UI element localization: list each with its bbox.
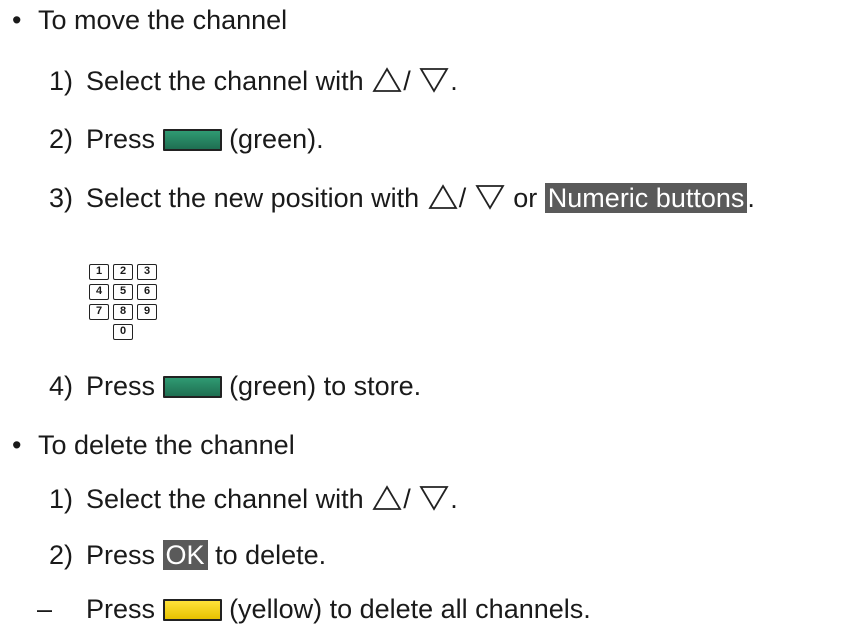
- end-punct: .: [747, 183, 755, 213]
- step-number: 2): [49, 540, 74, 570]
- step-content: Select the channel with / .: [86, 482, 458, 516]
- triangle-down-icon: [475, 185, 505, 210]
- step-number: 3): [49, 183, 74, 213]
- step-text: Select the new position with: [86, 183, 420, 213]
- step-text: Press: [86, 540, 156, 570]
- triangle-down-icon: [419, 486, 449, 511]
- key-4: 4: [89, 284, 109, 300]
- key-2: 2: [113, 264, 133, 280]
- key-6: 6: [137, 284, 157, 300]
- section-title: To delete the channel: [38, 430, 295, 460]
- step-number: 1): [49, 66, 74, 96]
- step-content: Press OK to delete.: [86, 538, 326, 572]
- triangle-down-icon: [419, 68, 449, 93]
- triangle-up-icon: [372, 67, 402, 92]
- step-text: (green).: [229, 124, 324, 154]
- triangle-up-icon: [428, 184, 458, 209]
- key-3: 3: [137, 264, 157, 280]
- step-content: Select the channel with / .: [86, 64, 458, 98]
- step-content: Select the new position with / or Numeri…: [86, 181, 755, 215]
- key-0: 0: [113, 324, 133, 340]
- green-button-icon: [162, 129, 222, 151]
- slash: /: [403, 66, 411, 96]
- step-number: 1): [49, 484, 74, 514]
- step-text: (yellow) to delete all channels.: [229, 594, 591, 624]
- numeric-buttons-label: Numeric buttons: [544, 183, 748, 213]
- step-text: Press: [86, 124, 156, 154]
- end-punct: .: [450, 66, 458, 96]
- bullet: •: [12, 5, 22, 35]
- step-text: Press: [86, 594, 156, 624]
- step-text: Select the channel with: [86, 484, 364, 514]
- triangle-up-icon: [372, 485, 402, 510]
- green-button-icon: [162, 376, 222, 398]
- yellow-button-icon: [162, 599, 222, 621]
- key-5: 5: [113, 284, 133, 300]
- step-text: Press: [86, 371, 156, 401]
- slash: /: [403, 484, 411, 514]
- section-title: To move the channel: [38, 5, 288, 35]
- end-punct: .: [450, 484, 458, 514]
- key-1: 1: [89, 264, 109, 280]
- bullet: •: [12, 430, 22, 460]
- dash: –: [37, 594, 53, 624]
- ok-button-label: OK: [162, 540, 208, 570]
- step-content: Press (green) to store.: [86, 369, 421, 403]
- step-text: Select the channel with: [86, 66, 364, 96]
- step-number: 4): [49, 371, 74, 401]
- step-text: or: [513, 183, 538, 213]
- step-text: (green) to store.: [229, 371, 422, 401]
- key-8: 8: [113, 304, 133, 320]
- key-7: 7: [89, 304, 109, 320]
- key-9: 9: [137, 304, 157, 320]
- step-content: Press (yellow) to delete all channels.: [86, 592, 591, 626]
- step-number: 2): [49, 124, 74, 154]
- step-content: Press (green).: [86, 122, 324, 156]
- step-text: to delete.: [215, 540, 327, 570]
- slash: /: [458, 183, 467, 213]
